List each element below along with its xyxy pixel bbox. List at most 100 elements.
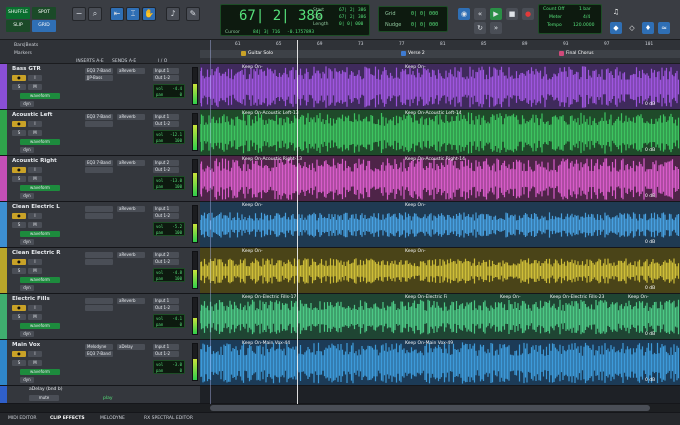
pan-value[interactable]: 100 xyxy=(175,276,182,281)
marker-bar[interactable]: Guitar Solo Verse 2 Final Chorus xyxy=(200,50,680,58)
clip-name[interactable]: Keep On-Main Vox-44 xyxy=(242,341,290,346)
marker-verse-2[interactable]: Verse 2 xyxy=(400,50,425,58)
scrollbar-thumb[interactable] xyxy=(210,405,650,411)
mute-button[interactable]: M xyxy=(28,360,42,366)
input-selector[interactable]: Input 1 xyxy=(153,206,179,212)
pan-value[interactable]: 100 xyxy=(175,138,182,143)
track-name[interactable]: Main Vox xyxy=(12,342,40,348)
insert-slot-b[interactable] xyxy=(85,121,113,127)
clip-name[interactable]: Keep On-Main Vox-49 xyxy=(405,341,453,346)
view-selector[interactable]: waveform xyxy=(20,277,60,283)
insert-slot-a[interactable] xyxy=(85,298,113,304)
insert-slot-a[interactable] xyxy=(85,252,113,258)
dyn-button[interactable]: dyn xyxy=(20,101,34,107)
output-selector[interactable]: Out 1-2 xyxy=(153,351,179,357)
send-slot-a[interactable]: aReverb xyxy=(117,68,145,74)
record-enable-button[interactable]: ● xyxy=(12,213,26,219)
clip-name[interactable]: Keep On- xyxy=(500,295,521,300)
track-header[interactable]: Bass GTR ● I S M waveform dyn EQ3 7-Band… xyxy=(7,64,200,109)
clip-name[interactable]: Keep On- xyxy=(242,249,263,254)
insert-slot-b[interactable] xyxy=(85,259,113,265)
track-lane[interactable]: Keep On- Keep On- 0 dB xyxy=(200,248,680,293)
input-monitor-button[interactable]: I xyxy=(28,213,42,219)
send-slot-a[interactable]: aReverb xyxy=(117,114,145,120)
view-selector[interactable]: waveform xyxy=(20,139,60,145)
insert-slot-b[interactable]: EQ3 7-Band xyxy=(85,351,113,357)
send-slot-a[interactable]: aReverb xyxy=(117,252,145,258)
aux-track[interactable]: aDelay (bnd b) mute play xyxy=(0,386,680,404)
send-slot-a[interactable]: aDelay xyxy=(117,344,145,350)
spot-mode-button[interactable]: SPOT xyxy=(32,7,56,19)
slip-mode-button[interactable]: SLIP xyxy=(6,20,30,32)
conductor-icon[interactable]: ◇ xyxy=(626,22,638,34)
mute-button[interactable]: M xyxy=(28,222,42,228)
metronome-icon[interactable]: ◆ xyxy=(610,22,622,34)
solo-button[interactable]: S xyxy=(12,84,26,90)
volume-value[interactable]: -4.8 xyxy=(172,270,182,275)
volume-value[interactable]: -3.0 xyxy=(172,362,182,367)
record-enable-button[interactable]: ● xyxy=(12,167,26,173)
marker-final-chorus[interactable]: Final Chorus xyxy=(558,50,594,58)
input-selector[interactable]: Input 2 xyxy=(153,160,179,166)
track-clean-electric-r[interactable]: Clean Electric R ● I S M waveform dyn aR… xyxy=(0,248,680,294)
mute-button[interactable]: M xyxy=(28,84,42,90)
dyn-button[interactable]: dyn xyxy=(20,377,34,383)
stop-icon[interactable]: ■ xyxy=(506,8,518,20)
insert-slot-b[interactable] xyxy=(85,167,113,173)
start-value[interactable]: 67| 2| 386 xyxy=(339,8,366,13)
main-counter[interactable]: 67| 2| 386 Start End Length 67| 2| 386 6… xyxy=(220,4,370,36)
loop-icon[interactable]: ↻ xyxy=(474,22,486,34)
record-enable-button[interactable]: ● xyxy=(12,259,26,265)
clip-name[interactable]: Keep On- xyxy=(405,203,426,208)
insert-slot-b[interactable] xyxy=(85,213,113,219)
track-name[interactable]: Electric Fills xyxy=(12,296,50,302)
insert-slot-a[interactable]: EQ3 7-Band xyxy=(85,114,113,120)
solo-button[interactable]: S xyxy=(12,130,26,136)
clip-name[interactable]: Keep On- xyxy=(405,249,426,254)
zoom-out-icon[interactable]: − xyxy=(72,7,86,21)
send-slot-a[interactable]: aReverb xyxy=(117,206,145,212)
insert-slot-a[interactable]: Melodyne xyxy=(85,344,113,350)
solo-button[interactable]: S xyxy=(12,314,26,320)
clip-name[interactable]: Keep On-Acoustic Left-13 xyxy=(242,111,299,116)
clip-name[interactable]: Keep On-Electric Fi xyxy=(405,295,447,300)
pan-value[interactable]: 0 xyxy=(180,92,182,97)
rewind-icon[interactable]: « xyxy=(474,8,486,20)
clip-name[interactable]: Keep On-Acoustic Left-14 xyxy=(405,111,462,116)
track-name[interactable]: Bass GTR xyxy=(12,66,41,72)
track-lane[interactable]: Keep On-Acoustic Left-13 Keep On-Acoustic… xyxy=(200,110,680,155)
aux-track-name[interactable]: aDelay (bnd b) xyxy=(29,387,62,392)
volume-pan-display[interactable]: vol -4.8 pan 100 xyxy=(153,268,185,282)
grid-nudge-box[interactable]: Grid 0| 0| 000 Nudge 0| 0| 000 xyxy=(378,6,448,32)
track-clean-electric-l[interactable]: Clean Electric L ● I S M waveform dyn aR… xyxy=(0,202,680,248)
track-header[interactable]: Clean Electric R ● I S M waveform dyn aR… xyxy=(7,248,200,293)
tab-clip-effects[interactable]: CLIP EFFECTS xyxy=(50,416,85,421)
clip-name[interactable]: Keep On-Electric Fills-17 xyxy=(242,295,296,300)
nudge-value[interactable]: 0| 0| 000 xyxy=(411,22,438,28)
grabber-tool-icon[interactable]: ✋ xyxy=(142,7,156,21)
trimmer-tool-icon[interactable]: ⇤ xyxy=(110,7,124,21)
track-header[interactable]: Electric Fills ● I S M waveform dyn aRev… xyxy=(7,294,200,339)
track-acoustic-right[interactable]: Acoustic Right ● I S M waveform dyn EQ3 … xyxy=(0,156,680,202)
mute-button[interactable]: M xyxy=(28,130,42,136)
input-monitor-button[interactable]: I xyxy=(28,121,42,127)
tab-rx-spectral-editor[interactable]: RX SPECTRAL EDITOR xyxy=(144,416,193,421)
dyn-button[interactable]: dyn xyxy=(20,285,34,291)
output-selector[interactable]: Out 1-2 xyxy=(153,167,179,173)
clip-name[interactable]: Keep On- xyxy=(242,203,263,208)
pencil-tool-icon[interactable]: ✎ xyxy=(186,7,200,21)
input-selector[interactable]: Input 1 xyxy=(153,114,179,120)
view-selector[interactable]: waveform xyxy=(20,231,60,237)
output-selector[interactable]: Out 1-2 xyxy=(153,121,179,127)
output-selector[interactable]: Out 1-2 xyxy=(153,75,179,81)
dyn-button[interactable]: dyn xyxy=(20,331,34,337)
record-enable-button[interactable]: ● xyxy=(12,121,26,127)
output-selector[interactable]: Out 1-2 xyxy=(153,305,179,311)
view-selector[interactable]: waveform xyxy=(20,369,60,375)
track-header[interactable]: Acoustic Right ● I S M waveform dyn EQ3 … xyxy=(7,156,200,201)
aux-mute-selector[interactable]: mute xyxy=(29,395,59,401)
volume-pan-display[interactable]: vol -12.1 pan 100 xyxy=(153,130,185,144)
send-slot-a[interactable]: aReverb xyxy=(117,298,145,304)
volume-value[interactable]: -4.1 xyxy=(172,316,182,321)
track-name[interactable]: Clean Electric R xyxy=(12,250,60,256)
